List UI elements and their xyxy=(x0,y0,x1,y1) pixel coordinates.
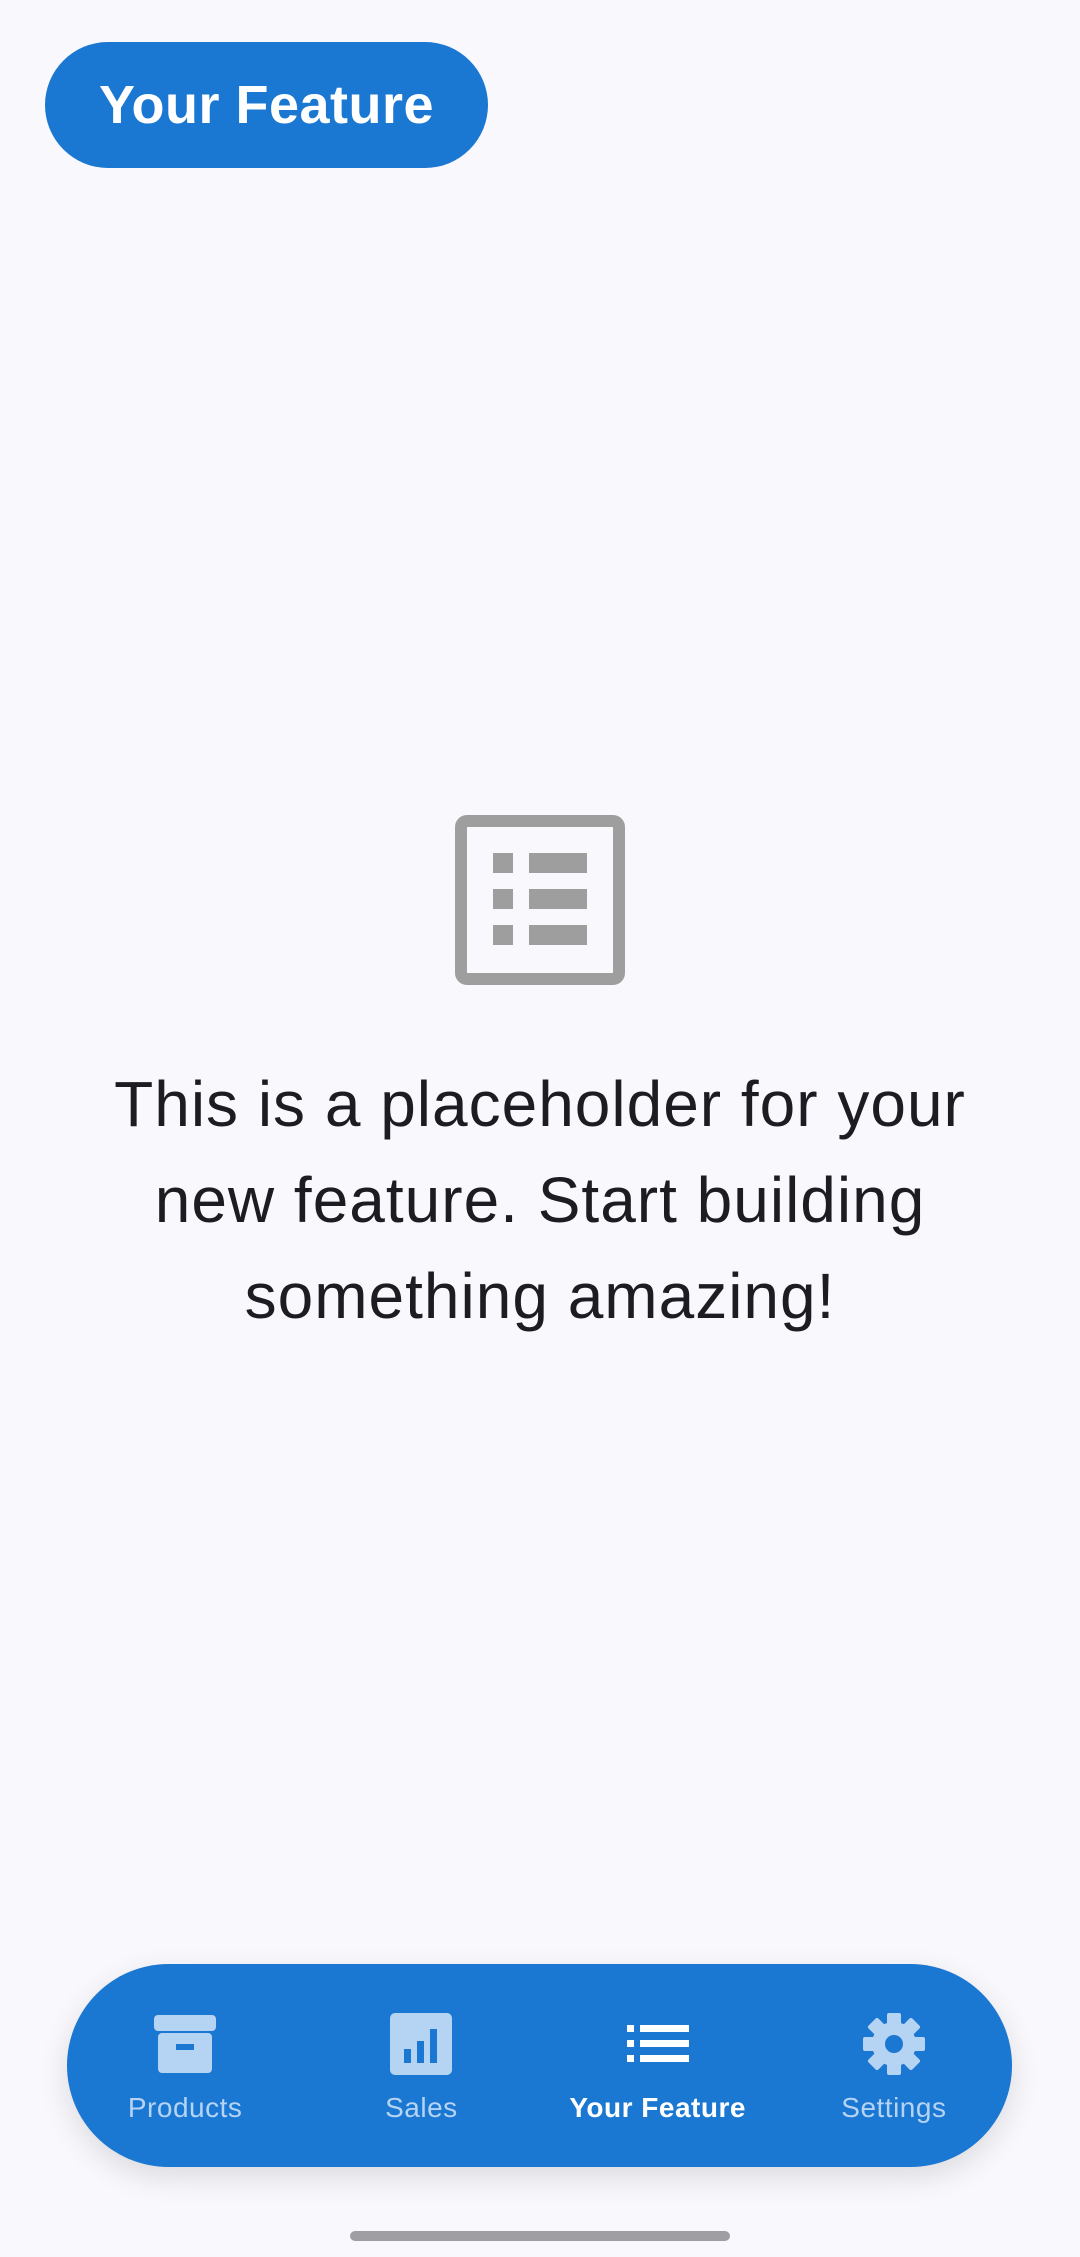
nav-item-products[interactable]: Products xyxy=(67,1964,303,2167)
page-title: Your Feature xyxy=(98,75,435,135)
bottom-navigation: Products Sales Your Feature Settings xyxy=(67,1964,1012,2167)
nav-label-sales: Sales xyxy=(385,2092,458,2123)
bar-chart-icon xyxy=(383,2006,459,2082)
nav-item-sales[interactable]: Sales xyxy=(303,1964,539,2167)
page-title-chip: Your Feature xyxy=(45,42,488,168)
nav-label-your-feature: Your Feature xyxy=(569,2092,746,2123)
nav-item-your-feature[interactable]: Your Feature xyxy=(540,1964,776,2167)
list-icon xyxy=(620,2006,696,2082)
home-indicator[interactable] xyxy=(350,2231,730,2241)
nav-label-products: Products xyxy=(127,2092,243,2123)
placeholder-message: This is a placeholder for your new featu… xyxy=(114,1068,966,1332)
nav-label-settings: Settings xyxy=(841,2092,947,2123)
archive-icon xyxy=(147,2006,223,2082)
nav-item-settings[interactable]: Settings xyxy=(776,1964,1012,2167)
list-alt-icon xyxy=(455,815,625,985)
gear-icon xyxy=(856,2006,932,2082)
